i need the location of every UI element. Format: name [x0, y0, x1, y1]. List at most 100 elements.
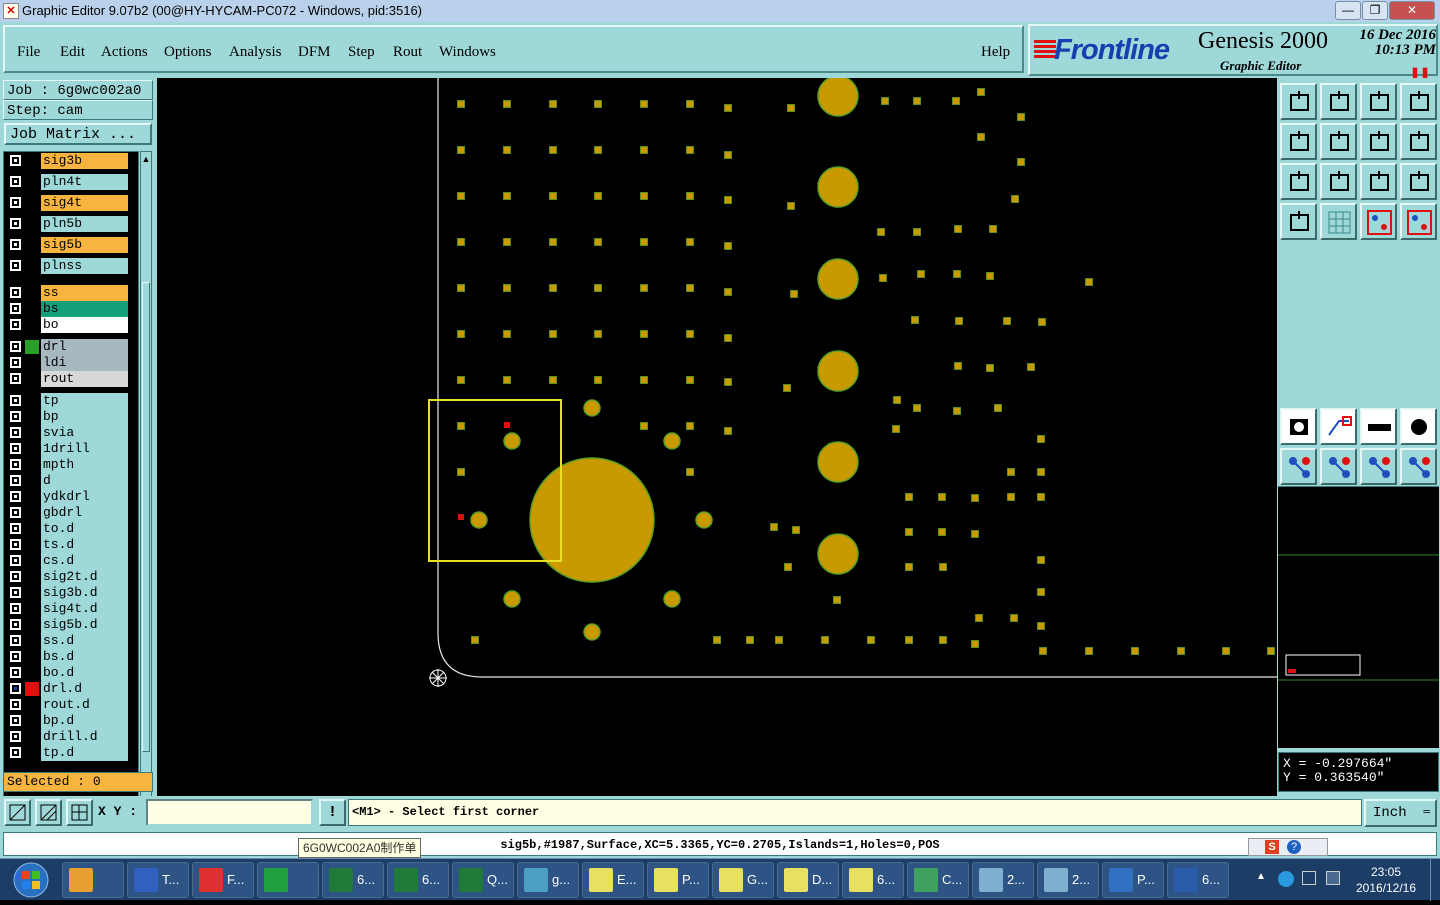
- tools-button[interactable]: [1280, 203, 1317, 240]
- layer-name[interactable]: svia: [41, 425, 128, 441]
- zoom-window-button[interactable]: [4, 799, 31, 826]
- layer-row-pln4t[interactable]: pln4t: [4, 174, 130, 190]
- taskbar-app-button[interactable]: F...: [192, 862, 254, 898]
- menu-analysis[interactable]: Analysis: [229, 44, 282, 61]
- layer-row-cs-d[interactable]: cs.d: [4, 553, 130, 569]
- layer-row-rout-d[interactable]: rout.d: [4, 697, 130, 713]
- taskbar-app-button[interactable]: C...: [907, 862, 969, 898]
- layer-row-to-d[interactable]: to.d: [4, 521, 130, 537]
- add-line-button[interactable]: [1320, 408, 1357, 445]
- layer-row-sig2t-d[interactable]: sig2t.d: [4, 569, 130, 585]
- taskbar-app-button[interactable]: 2...: [972, 862, 1034, 898]
- ruler-button[interactable]: [1360, 408, 1397, 445]
- layer-checkbox[interactable]: [9, 372, 22, 385]
- layer-name[interactable]: sig3b.d: [41, 585, 128, 601]
- layer-row-ss[interactable]: ss: [4, 285, 130, 301]
- grid-button[interactable]: [1320, 203, 1357, 240]
- layer-name[interactable]: ydkdrl: [41, 489, 128, 505]
- layer-name[interactable]: bo.d: [41, 665, 128, 681]
- layer-row-drill-d[interactable]: drill.d: [4, 729, 130, 745]
- layer-checkbox[interactable]: [9, 410, 22, 423]
- layer-name[interactable]: bp.d: [41, 713, 128, 729]
- layer-checkbox[interactable]: [9, 196, 22, 209]
- layer-row-ldi[interactable]: ldi: [4, 355, 130, 371]
- layer-row-ts-d[interactable]: ts.d: [4, 537, 130, 553]
- layer-checkbox[interactable]: [9, 286, 22, 299]
- scroll-up-icon[interactable]: ▲: [141, 152, 151, 166]
- taskbar-app-button[interactable]: g...: [517, 862, 579, 898]
- layer-checkbox[interactable]: [9, 682, 22, 695]
- taskbar-app-button[interactable]: 2...: [1037, 862, 1099, 898]
- layer-row-d[interactable]: d: [4, 473, 130, 489]
- layer-row-sig5b-d[interactable]: sig5b.d: [4, 617, 130, 633]
- layers-red2-button[interactable]: [1400, 203, 1437, 240]
- layer-row-tp[interactable]: tp: [4, 393, 130, 409]
- layer-row-drl-d[interactable]: drl.d: [4, 681, 130, 697]
- layer-name[interactable]: tp: [41, 393, 128, 409]
- layer-row-drl[interactable]: drl: [4, 339, 130, 355]
- menu-rout[interactable]: Rout: [393, 44, 422, 61]
- screen-button[interactable]: [1400, 83, 1437, 120]
- layer-checkbox[interactable]: [9, 238, 22, 251]
- layer-name[interactable]: ldi: [41, 355, 128, 371]
- start-button[interactable]: [4, 860, 58, 900]
- close-button[interactable]: ✕: [1389, 1, 1435, 20]
- layer-checkbox[interactable]: [9, 259, 22, 272]
- layer-row-ydkdrl[interactable]: ydkdrl: [4, 489, 130, 505]
- menu-actions[interactable]: Actions: [101, 44, 148, 61]
- help-icon[interactable]: ?: [1287, 840, 1301, 854]
- snap-button[interactable]: [35, 799, 62, 826]
- units-select[interactable]: Inch ═: [1364, 799, 1437, 827]
- menu-options[interactable]: Options: [164, 44, 212, 61]
- taskbar-app-button[interactable]: Q...: [452, 862, 514, 898]
- layer-name[interactable]: drill.d: [41, 729, 128, 745]
- layer-checkbox[interactable]: [9, 618, 22, 631]
- layer-row-pln5b[interactable]: pln5b: [4, 216, 130, 232]
- circle-fill-button[interactable]: [1400, 408, 1437, 445]
- grid-button[interactable]: [66, 799, 93, 826]
- zoom-center-button[interactable]: [1320, 163, 1357, 200]
- layer-name[interactable]: d: [41, 473, 128, 489]
- layer-name[interactable]: gbdrl: [41, 505, 128, 521]
- layer-checkbox[interactable]: [9, 426, 22, 439]
- scale-1-2-button[interactable]: [1360, 163, 1397, 200]
- layer-checkbox[interactable]: [9, 650, 22, 663]
- layer-name[interactable]: mpth: [41, 457, 128, 473]
- layer-checkbox[interactable]: [9, 340, 22, 353]
- taskbar-app-button[interactable]: [257, 862, 319, 898]
- ime-s-icon[interactable]: S: [1265, 840, 1279, 854]
- zoom-right-button[interactable]: [1320, 123, 1357, 160]
- layer-row-1drill[interactable]: 1drill: [4, 441, 130, 457]
- layer-checkbox[interactable]: [9, 698, 22, 711]
- menu-step[interactable]: Step: [348, 44, 375, 61]
- taskbar-app-button[interactable]: [62, 862, 124, 898]
- layer-row-tp-d[interactable]: tp.d: [4, 745, 130, 761]
- layer-checkbox[interactable]: [9, 318, 22, 331]
- layer-checkbox[interactable]: [9, 634, 22, 647]
- layer-name[interactable]: cs.d: [41, 553, 128, 569]
- pan-button[interactable]: [1360, 123, 1397, 160]
- home-button[interactable]: [1360, 83, 1397, 120]
- menu-windows[interactable]: Windows: [439, 44, 496, 61]
- layer-name[interactable]: rout.d: [41, 697, 128, 713]
- layer-row-sig4t-d[interactable]: sig4t.d: [4, 601, 130, 617]
- layers-red-button[interactable]: [1360, 203, 1397, 240]
- layer-row-bo-d[interactable]: bo.d: [4, 665, 130, 681]
- layer-row-rout[interactable]: rout: [4, 371, 130, 387]
- layer-checkbox[interactable]: [9, 586, 22, 599]
- layer-name[interactable]: plnss: [41, 258, 128, 274]
- layer-checkbox[interactable]: [9, 602, 22, 615]
- ime-bar[interactable]: S ?: [1248, 838, 1328, 856]
- layer-name[interactable]: ss: [41, 285, 128, 301]
- layer-checkbox[interactable]: [9, 490, 22, 503]
- move-node-button[interactable]: [1360, 448, 1397, 485]
- restore-button[interactable]: ❐: [1362, 1, 1388, 20]
- layer-row-bp[interactable]: bp: [4, 409, 130, 425]
- layer-name[interactable]: ts.d: [41, 537, 128, 553]
- scroll-thumb[interactable]: [142, 282, 150, 752]
- zoom-left-button[interactable]: [1280, 123, 1317, 160]
- layer-name[interactable]: rout: [41, 371, 128, 387]
- taskbar-app-button[interactable]: 6...: [387, 862, 449, 898]
- layer-row-svia[interactable]: svia: [4, 425, 130, 441]
- layer-row-sig4t[interactable]: sig4t: [4, 195, 130, 211]
